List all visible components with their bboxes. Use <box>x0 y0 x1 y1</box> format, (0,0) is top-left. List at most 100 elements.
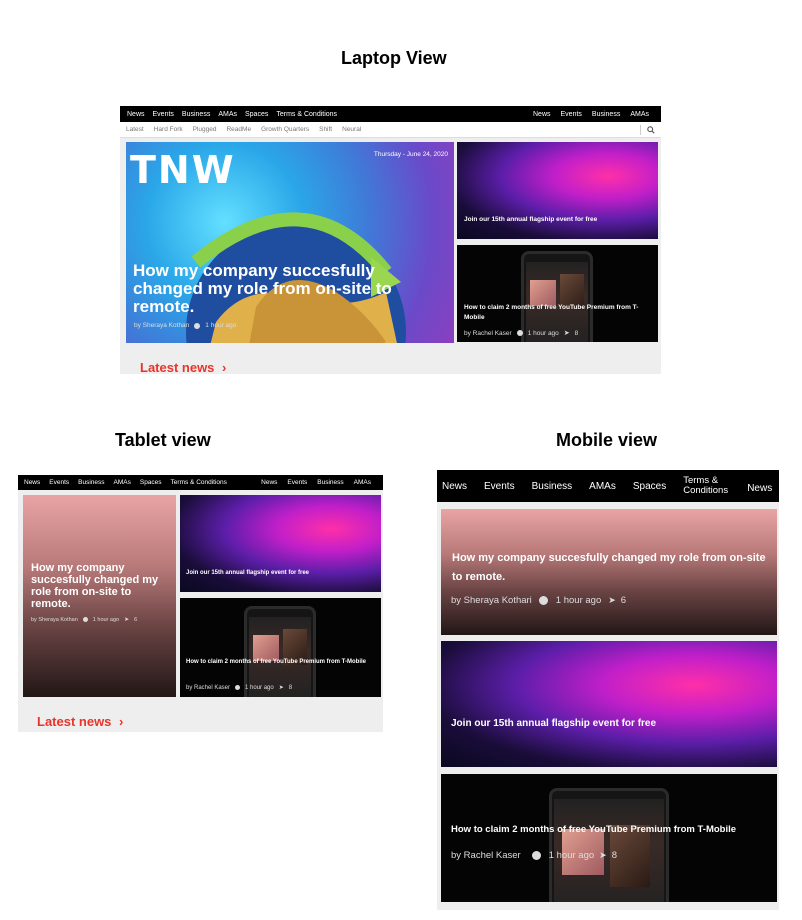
youtube-title[interactable]: How to claim 2 months of free YouTube Pr… <box>451 824 736 835</box>
nav-item-news-right[interactable]: News <box>261 479 277 486</box>
youtube-author: by Rachel Kaser <box>186 684 231 691</box>
youtube-time: 1 hour ago <box>527 329 559 337</box>
share-icon[interactable]: ➤ <box>608 595 616 606</box>
mobile-navbar: News Events Business AMAs Spaces Terms &… <box>437 470 779 502</box>
subnav-readme[interactable]: ReadMe <box>226 126 251 133</box>
subnav-growth-quarters[interactable]: Growth Quarters <box>261 126 309 133</box>
youtube-meta: by Rachel Kaser 1 hour ago ➤ 8 <box>464 329 579 338</box>
nav-item-amas[interactable]: AMAs <box>589 481 616 492</box>
nav-item-amas[interactable]: AMAs <box>218 111 237 118</box>
nav-item-business-right[interactable]: Business <box>592 111 620 118</box>
nav-item-terms[interactable]: Terms & Conditions <box>171 479 227 486</box>
hero-date: Thursday - June 24, 2020 <box>373 151 448 158</box>
subnav-hard-fork[interactable]: Hard Fork <box>154 126 183 133</box>
nav-item-spaces[interactable]: Spaces <box>633 481 666 492</box>
hero-article-card[interactable]: TNW Thursday - June 24, 2020 How my comp… <box>126 142 454 343</box>
nav-item-business[interactable]: Business <box>182 111 210 118</box>
nav-item-spaces[interactable]: Spaces <box>140 479 162 486</box>
nav-item-spaces[interactable]: Spaces <box>245 111 268 118</box>
hero-time: 1 hour ago <box>205 322 237 329</box>
nav-item-news[interactable]: News <box>442 481 467 492</box>
hero-meta: by Sheraya Kothan 1 hour ago ➤ 6 <box>31 616 138 624</box>
event-title[interactable]: Join our 15th annual flagship event for … <box>451 718 656 729</box>
phone-illustration <box>549 788 669 902</box>
nav-item-amas-right[interactable]: AMAs <box>630 111 649 118</box>
nav-item-amas[interactable]: AMAs <box>114 479 131 486</box>
nav-item-events-right[interactable]: Events <box>561 111 582 118</box>
latest-news-label: Latest news <box>140 360 215 375</box>
share-icon[interactable]: ➤ <box>599 850 607 861</box>
youtube-author: by Rachel Kaser <box>464 329 512 337</box>
nav-item-events-right[interactable]: Events <box>287 479 307 486</box>
hero-article-card[interactable]: How my company succesfully changed my ro… <box>441 509 777 635</box>
clock-icon <box>194 322 201 329</box>
youtube-article-card[interactable]: How to claim 2 months of free YouTube Pr… <box>457 245 658 342</box>
youtube-title[interactable]: How to claim 2 months of free YouTube Pr… <box>186 657 371 667</box>
tablet-navbar: News Events Business AMAs Spaces Terms &… <box>18 475 383 490</box>
nav-item-business-right[interactable]: Business <box>317 479 343 486</box>
nav-item-events[interactable]: Events <box>153 111 174 118</box>
hero-author: by Sheraya Kothan <box>134 322 190 329</box>
event-article-card[interactable]: Join our 15th annual flagship event for … <box>180 495 381 592</box>
chevron-right-icon: › <box>222 360 227 375</box>
event-title[interactable]: Join our 15th annual flagship event for … <box>464 216 597 223</box>
laptop-subnav: Latest Hard Fork Plugged ReadMe Growth Q… <box>120 122 661 138</box>
hero-time: 1 hour ago <box>92 616 120 623</box>
nav-item-amas-right[interactable]: AMAs <box>354 479 371 486</box>
youtube-meta: by Rachel Kaser 1 hour ago ➤ 8 <box>451 850 617 861</box>
nav-item-news-right[interactable]: News <box>533 111 551 118</box>
hero-author: by Sheraya Kothan <box>31 616 78 623</box>
clock-icon <box>82 617 88 622</box>
nav-item-news-right[interactable]: News <box>747 483 772 494</box>
laptop-navbar: News Events Business AMAs Spaces Terms &… <box>120 106 661 122</box>
youtube-shares: 8 <box>574 329 579 337</box>
hero-time: 1 hour ago <box>555 595 602 606</box>
youtube-article-card[interactable]: How to claim 2 months of free YouTube Pr… <box>180 598 381 697</box>
clock-icon <box>235 685 241 690</box>
hero-title[interactable]: How my company succesfully changed my ro… <box>31 562 171 610</box>
nav-item-business[interactable]: Business <box>78 479 104 486</box>
mobile-view-title: Mobile view <box>556 430 658 450</box>
hero-meta: by Sheraya Kothari 1 hour ago ➤ 6 <box>451 595 626 606</box>
share-icon[interactable]: ➤ <box>124 616 129 623</box>
nav-item-terms[interactable]: Terms & Conditions <box>276 111 337 118</box>
laptop-view-title: Laptop View <box>341 48 447 68</box>
youtube-title[interactable]: How to claim 2 months of free YouTube Pr… <box>464 303 649 323</box>
nav-item-news[interactable]: News <box>24 479 40 486</box>
event-title[interactable]: Join our 15th annual flagship event for … <box>186 570 309 576</box>
latest-news-label: Latest news <box>37 714 112 729</box>
event-article-card[interactable]: Join our 15th annual flagship event for … <box>457 142 658 239</box>
youtube-shares: 8 <box>288 684 293 691</box>
latest-news-link[interactable]: Latest news › <box>140 360 226 375</box>
search-icon[interactable] <box>640 124 655 135</box>
clock-icon <box>531 851 541 860</box>
event-article-card[interactable]: Join our 15th annual flagship event for … <box>441 641 777 767</box>
hero-title[interactable]: How my company succesfully changed my ro… <box>452 549 768 587</box>
nav-item-business[interactable]: Business <box>532 481 573 492</box>
subnav-shift[interactable]: Shift <box>319 126 332 133</box>
subnav-latest[interactable]: Latest <box>126 126 144 133</box>
chevron-right-icon: › <box>119 714 124 729</box>
nav-item-events[interactable]: Events <box>49 479 69 486</box>
subnav-plugged[interactable]: Plugged <box>193 126 217 133</box>
tablet-view-title: Tablet view <box>115 430 211 450</box>
youtube-article-card[interactable]: How to claim 2 months of free YouTube Pr… <box>441 774 777 902</box>
nav-item-events[interactable]: Events <box>484 481 515 492</box>
youtube-time: 1 hour ago <box>548 850 595 861</box>
youtube-shares: 8 <box>611 850 617 861</box>
tnw-logo: TNW <box>130 148 236 192</box>
latest-news-link[interactable]: Latest news › <box>37 714 123 729</box>
clock-icon <box>538 596 548 605</box>
share-icon[interactable]: ➤ <box>564 329 570 337</box>
youtube-meta: by Rachel Kaser 1 hour ago ➤ 8 <box>186 684 293 692</box>
nav-item-terms[interactable]: Terms & Conditions <box>683 476 735 496</box>
youtube-time: 1 hour ago <box>245 684 274 691</box>
subnav-neural[interactable]: Neural <box>342 126 361 133</box>
hero-title[interactable]: How my company succesfully changed my ro… <box>133 262 448 316</box>
hero-article-card[interactable]: How my company succesfully changed my ro… <box>23 495 176 697</box>
hero-meta: by Sheraya Kothan 1 hour ago <box>134 322 236 329</box>
hero-shares: 6 <box>134 616 138 623</box>
share-icon[interactable]: ➤ <box>279 684 284 691</box>
nav-item-news[interactable]: News <box>127 111 145 118</box>
hero-shares: 6 <box>620 595 627 606</box>
